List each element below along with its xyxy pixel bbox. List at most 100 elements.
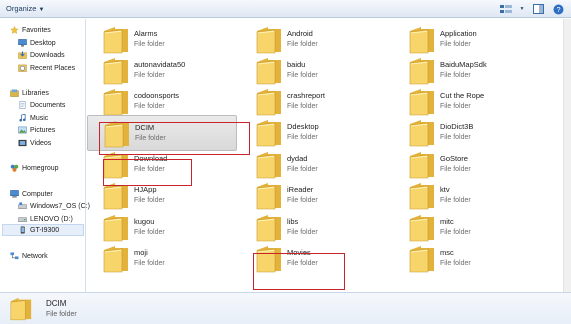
toolbar: Organize ▼ ▼ ?	[0, 0, 571, 18]
details-type: File folder	[46, 311, 77, 318]
folder-name: DCIM	[135, 123, 155, 132]
nav-item-pictures[interactable]: Pictures	[18, 124, 55, 136]
nav-item-label: Recent Places	[30, 64, 76, 72]
folder-item-movies[interactable]: Movies File folder	[240, 241, 390, 277]
svg-text:?: ?	[556, 5, 560, 14]
folder-item-moji[interactable]: moji File folder	[87, 241, 237, 277]
folder-icon	[409, 58, 434, 85]
organize-button[interactable]: Organize ▼	[6, 3, 44, 15]
folder-item-ddesktop[interactable]: Ddesktop File folder	[240, 115, 390, 151]
folder-item-msc[interactable]: msc File folder	[393, 241, 543, 277]
folder-name: HJApp	[134, 185, 157, 194]
folder-name: kugou	[134, 217, 155, 226]
chevron-down-icon: ▼	[38, 7, 45, 13]
folder-name: autonavidata50	[134, 60, 186, 69]
folder-type: File folder	[287, 229, 318, 236]
videos-icon	[18, 139, 27, 147]
folder-type: File folder	[134, 166, 165, 173]
folder-name: dydad	[287, 154, 308, 163]
folder-icon	[256, 58, 281, 85]
folder-type: File folder	[440, 41, 471, 48]
folder-type: File folder	[287, 197, 318, 204]
star-icon	[10, 26, 19, 34]
folder-type: File folder	[440, 134, 471, 141]
views-dropdown-icon[interactable]: ▼	[519, 4, 525, 15]
nav-computer-label: Computer	[22, 190, 53, 198]
nav-item-recent-places[interactable]: Recent Places	[18, 62, 75, 74]
network-icon	[10, 252, 19, 260]
nav-favorites-label: Favorites	[22, 26, 51, 34]
details-name: DCIM	[46, 299, 67, 308]
computer-icon	[10, 190, 19, 198]
file-list: Alarms File folder Android File folder Appli…	[87, 19, 571, 292]
folder-name: Ddesktop	[287, 122, 319, 131]
nav-item-label: Pictures	[30, 126, 56, 134]
folder-name: Android	[287, 29, 313, 38]
folder-icon	[409, 89, 434, 116]
folder-name: DioDict3B	[440, 122, 474, 131]
preview-pane-icon[interactable]	[531, 4, 545, 15]
folder-type: File folder	[440, 229, 471, 236]
folder-icon	[409, 152, 434, 179]
nav-item-downloads[interactable]: Downloads	[18, 49, 65, 61]
nav-network-label: Network	[22, 252, 48, 260]
folder-type: File folder	[134, 41, 165, 48]
folder-name: Application	[440, 29, 477, 38]
nav-item-label: Desktop	[30, 39, 56, 47]
folder-name: codoonsports	[134, 91, 180, 100]
nav-item-windows7-os[interactable]: Windows7_OS (C:)	[18, 200, 90, 212]
nav-item-label: Documents	[30, 101, 66, 109]
downloads-icon	[18, 51, 27, 59]
nav-item-videos[interactable]: Videos	[18, 137, 51, 149]
folder-icon	[103, 89, 128, 116]
folder-type: File folder	[287, 41, 318, 48]
nav-libraries[interactable]: Libraries	[10, 87, 49, 99]
folder-name: Cut the Rope	[440, 91, 485, 100]
nav-item-label: LENOVO (D:)	[30, 215, 73, 223]
nav-item-desktop[interactable]: Desktop	[18, 37, 56, 49]
folder-item-dcim[interactable]: DCIM File folder	[87, 115, 237, 151]
folder-item-hjapp[interactable]: HJApp File folder	[87, 178, 237, 214]
nav-libraries-label: Libraries	[22, 89, 49, 97]
nav-item-label: GT-I9300	[30, 226, 60, 234]
folder-name: ktv	[440, 185, 450, 194]
folder-icon	[409, 183, 434, 210]
folder-item-ktv[interactable]: ktv File folder	[393, 178, 543, 214]
nav-computer[interactable]: Computer	[10, 188, 53, 200]
folder-icon	[409, 120, 434, 147]
folder-icon	[256, 183, 281, 210]
folder-type: File folder	[440, 103, 471, 110]
folder-type: File folder	[287, 166, 318, 173]
folder-type: File folder	[440, 260, 471, 267]
libraries-icon	[10, 89, 19, 97]
vertical-scrollbar[interactable]	[563, 19, 571, 292]
folder-icon	[256, 246, 281, 273]
folder-name: moji	[134, 248, 148, 257]
nav-network[interactable]: Network	[10, 250, 48, 262]
folder-icon	[103, 152, 128, 179]
views-icon[interactable]	[499, 4, 513, 15]
folder-type: File folder	[135, 135, 166, 142]
nav-item-music[interactable]: Music	[18, 112, 48, 124]
folder-name: baidu	[287, 60, 306, 69]
nav-item-documents[interactable]: Documents	[18, 99, 65, 111]
folder-item-diodict3b[interactable]: DioDict3B File folder	[393, 115, 543, 151]
folder-icon	[104, 121, 129, 148]
nav-item-label: Music	[30, 114, 49, 122]
music-icon	[19, 114, 26, 122]
folder-item-ireader[interactable]: iReader File folder	[240, 178, 390, 214]
details-pane: DCIM File folder	[0, 292, 571, 324]
nav-homegroup[interactable]: Homegroup	[10, 162, 59, 174]
nav-favorites[interactable]: Favorites	[10, 24, 51, 36]
folder-icon	[409, 215, 434, 242]
folder-name: Download	[134, 154, 168, 163]
folder-type: File folder	[440, 197, 471, 204]
folder-type: File folder	[287, 260, 318, 267]
folder-icon	[103, 183, 128, 210]
help-icon[interactable]: ?	[551, 4, 565, 15]
folder-icon	[103, 27, 128, 54]
folder-icon	[409, 27, 434, 54]
nav-item-label: Downloads	[30, 51, 65, 59]
nav-homegroup-label: Homegroup	[22, 164, 59, 172]
nav-item-gt-i9300[interactable]: GT-I9300	[2, 224, 84, 236]
